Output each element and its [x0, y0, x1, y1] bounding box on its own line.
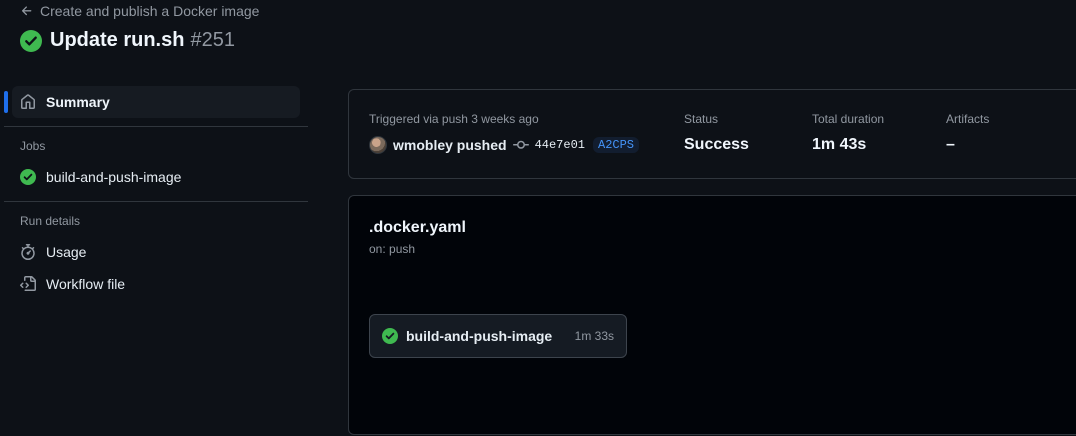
arrow-left-icon [20, 4, 34, 18]
trigger-column: Triggered via push 3 weeks ago wmobley p… [369, 112, 640, 154]
file-code-icon [20, 276, 36, 292]
workflow-graph-card: .docker.yaml on: push build-and-push-ima… [348, 195, 1076, 435]
run-title-row: Update run.sh #251 [20, 29, 235, 52]
artifacts-column: Artifacts – [946, 112, 989, 154]
avatar[interactable] [369, 136, 387, 154]
page-title: Update run.sh [50, 29, 185, 51]
trigger-label: Triggered via push 3 weeks ago [369, 112, 539, 126]
sidebar-item-label: Summary [46, 94, 110, 110]
git-commit-icon [512, 137, 529, 153]
artifacts-value: – [946, 136, 955, 153]
commit-sha-link[interactable]: 44e7e01 [535, 138, 585, 152]
job-name: build-and-push-image [406, 328, 553, 344]
sidebar-item-summary[interactable]: Summary [4, 86, 300, 118]
back-to-workflow-link[interactable]: Create and publish a Docker image [20, 3, 259, 19]
stopwatch-icon [20, 244, 36, 260]
run-number: #251 [190, 29, 235, 51]
check-circle-fill-icon [20, 29, 42, 52]
sidebar-item-label: build-and-push-image [46, 169, 182, 185]
duration-value: 1m 43s [812, 136, 867, 153]
sidebar-item-label: Usage [46, 244, 87, 260]
workflow-trigger: on: push [369, 242, 416, 256]
duration-column: Total duration 1m 43s [812, 112, 884, 154]
sidebar: Summary Jobs build-and-push-image Run de… [0, 86, 308, 300]
check-circle-fill-icon [20, 169, 36, 185]
job-duration: 1m 33s [574, 329, 614, 343]
run-summary-card: Triggered via push 3 weeks ago wmobley p… [348, 89, 1076, 179]
check-circle-fill-icon [382, 328, 398, 344]
sidebar-item-workflow-file[interactable]: Workflow file [12, 268, 300, 300]
job-node-build-and-push-image[interactable]: build-and-push-image 1m 33s [369, 314, 627, 358]
home-icon [20, 94, 36, 110]
status-value: Success [684, 136, 749, 153]
duration-label: Total duration [812, 112, 885, 126]
status-label: Status [684, 112, 719, 126]
status-column: Status Success [684, 112, 749, 154]
back-link-label: Create and publish a Docker image [40, 3, 260, 19]
actor-link[interactable]: wmobley pushed [393, 137, 507, 153]
sidebar-item-usage[interactable]: Usage [12, 236, 300, 268]
sidebar-item-label: Workflow file [46, 276, 126, 292]
branch-badge[interactable]: A2CPS [593, 137, 640, 153]
workflow-file-name: .docker.yaml [369, 219, 466, 236]
run-details-heading: Run details [20, 214, 81, 228]
sidebar-item-job[interactable]: build-and-push-image [12, 161, 300, 193]
artifacts-label: Artifacts [946, 112, 990, 126]
jobs-heading: Jobs [20, 139, 46, 153]
